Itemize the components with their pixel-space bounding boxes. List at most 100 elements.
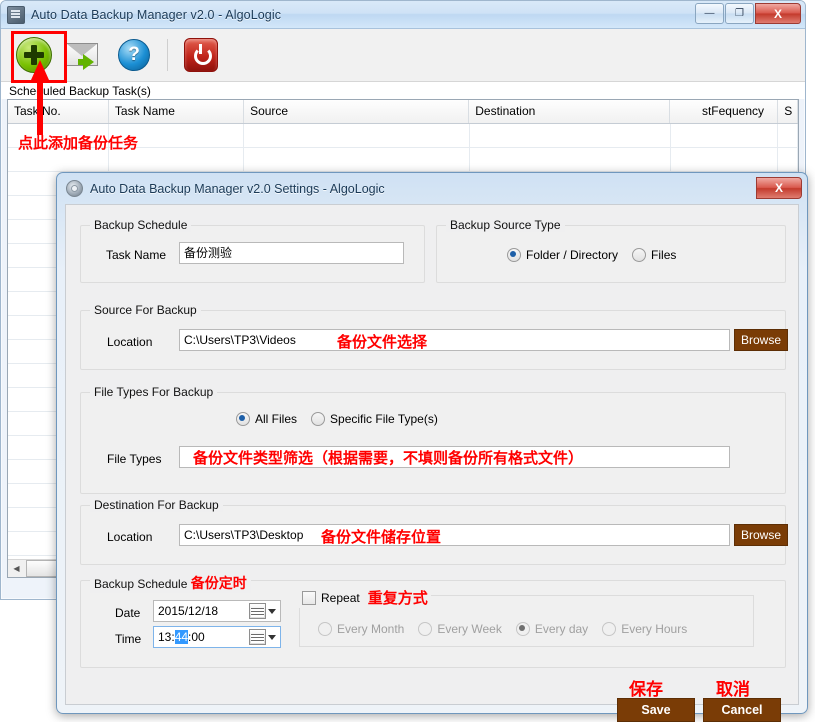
repeat-checkbox[interactable]	[302, 590, 316, 605]
time-value-pre: 13:	[158, 630, 175, 644]
radio-every-month[interactable]: Every Month	[318, 622, 404, 636]
grid-header-row: Task No. Task Name Source Destination st…	[8, 100, 798, 124]
maximize-button[interactable]: ❐	[725, 3, 754, 24]
gear-icon	[66, 180, 83, 197]
main-titlebar: Auto Data Backup Manager v2.0 - AlgoLogi…	[1, 1, 805, 29]
cancel-button[interactable]: Cancel	[703, 698, 781, 722]
date-label: Date	[115, 606, 141, 620]
window-controls: — ❐ X	[694, 3, 801, 24]
annotation-cancel: 取消	[716, 680, 750, 700]
radio-folder-directory-label: Folder / Directory	[526, 248, 619, 262]
radio-specific-file-types-label: Specific File Type(s)	[330, 412, 438, 426]
grid-col-task-no[interactable]: Task No.	[8, 100, 109, 123]
group-title-backup-source-type: Backup Source Type	[446, 218, 565, 232]
group-backup-schedule-top: Backup Schedule Task Name 备份测验	[80, 218, 425, 283]
group-title-source-for-backup: Source For Backup	[90, 303, 201, 317]
annotation-destination: 备份文件储存位置	[321, 528, 442, 546]
radio-files-icon	[632, 248, 647, 262]
annotation-add-task: 点此添加备份任务	[18, 134, 139, 152]
radio-every-week-label: Every Week	[437, 622, 502, 636]
radio-every-day-label: Every day	[534, 622, 589, 636]
group-backup-source-type: Backup Source Type Folder / Directory Fi…	[436, 218, 786, 283]
radio-folder-directory[interactable]: Folder / Directory	[507, 248, 618, 262]
group-title-backup-schedule-bottom-text: Backup Schedule	[94, 577, 188, 591]
radio-every-hours-icon	[602, 622, 617, 636]
grid-col-frequency[interactable]: stFequency	[670, 100, 779, 123]
save-button[interactable]: Save	[617, 698, 695, 722]
scroll-left-icon[interactable]: ◀	[8, 560, 25, 577]
clock-icon	[249, 629, 266, 645]
calendar-icon	[249, 603, 266, 619]
radio-files[interactable]: Files	[632, 248, 676, 262]
source-location-label: Location	[107, 335, 153, 349]
add-task-arrow-annotation	[31, 60, 49, 135]
time-picker[interactable]: 13:44:00	[153, 626, 281, 648]
time-value: 13:44:00	[154, 630, 249, 644]
date-picker[interactable]: 2015/12/18	[153, 600, 281, 622]
radio-all-files-icon	[236, 412, 250, 426]
time-label: Time	[115, 632, 142, 646]
power-icon	[184, 38, 218, 72]
source-browse-button[interactable]: Browse	[734, 329, 788, 351]
window-title: Auto Data Backup Manager v2.0 - AlgoLogi…	[31, 7, 282, 22]
chevron-down-icon-time[interactable]	[268, 634, 276, 640]
grid-col-status[interactable]: S	[778, 100, 798, 123]
radio-every-week[interactable]: Every Week	[418, 622, 502, 636]
grid-col-task-name[interactable]: Task Name	[109, 100, 245, 123]
group-backup-schedule-bottom: Backup Schedule 备份定时 Date 2015/12/18 Tim…	[80, 573, 786, 668]
annotation-file-types: 备份文件类型筛选（根据需要，不填则备份所有格式文件）	[193, 449, 584, 467]
radio-every-month-label: Every Month	[337, 622, 405, 636]
time-value-post: :00	[188, 630, 205, 644]
annotation-repeat-mode: 重复方式	[367, 589, 428, 607]
repeat-checkbox-wrap[interactable]: Repeat 重复方式	[299, 587, 431, 608]
grid-col-destination[interactable]: Destination	[469, 100, 670, 123]
radio-all-files-label: All Files	[255, 412, 298, 426]
annotation-save: 保存	[629, 680, 663, 700]
date-value: 2015/12/18	[158, 604, 219, 618]
group-destination-for-backup: Destination For Backup Location C:\Users…	[80, 498, 788, 565]
task-name-label: Task Name	[106, 248, 167, 262]
chevron-down-icon[interactable]	[268, 608, 276, 614]
destination-location-input[interactable]: C:\Users\TP3\Desktop	[179, 524, 730, 546]
exit-button[interactable]	[176, 32, 226, 78]
group-title-destination: Destination For Backup	[90, 498, 223, 512]
radio-every-day-icon	[515, 622, 530, 636]
close-button[interactable]: X	[755, 3, 801, 24]
radio-all-files[interactable]: All Files	[236, 412, 297, 426]
annotation-source-select: 备份文件选择	[337, 333, 428, 351]
dialog-body: Backup Schedule Task Name 备份测验 Backup So…	[65, 204, 799, 722]
group-source-for-backup: Source For Backup Location C:\Users\TP3\…	[80, 303, 788, 370]
group-title-file-types: File Types For Backup	[90, 385, 218, 399]
radio-specific-file-types[interactable]: Specific File Type(s)	[311, 412, 438, 426]
radio-every-day[interactable]: Every day	[515, 622, 589, 636]
radio-every-month-icon	[318, 622, 332, 636]
radio-files-label: Files	[651, 248, 677, 262]
destination-location-label: Location	[107, 530, 153, 544]
grid-col-source[interactable]: Source	[244, 100, 470, 123]
mail-forward-icon	[66, 40, 102, 70]
dialog-close-button[interactable]: X	[756, 177, 802, 199]
repeat-panel: Repeat 重复方式 Every Month Every Week Every…	[299, 587, 754, 647]
grid-section-label: Scheduled Backup Task(s)	[1, 82, 805, 99]
toolbar-separator	[167, 39, 168, 71]
radio-folder-directory-icon	[507, 248, 521, 262]
help-button[interactable]: ?	[109, 32, 159, 78]
destination-browse-button[interactable]: Browse	[734, 524, 788, 546]
settings-dialog: Auto Data Backup Manager v2.0 Settings -…	[56, 172, 808, 722]
minimize-button[interactable]: —	[695, 3, 724, 24]
repeat-label: Repeat	[321, 590, 360, 605]
group-file-types-for-backup: File Types For Backup All Files Specific…	[80, 385, 786, 494]
radio-specific-file-types-icon	[311, 412, 326, 426]
radio-every-hours[interactable]: Every Hours	[602, 622, 687, 636]
file-types-label: File Types	[107, 452, 162, 466]
dialog-titlebar: Auto Data Backup Manager v2.0 Settings -…	[60, 176, 804, 201]
main-toolbar: ?	[1, 29, 805, 83]
task-name-input[interactable]: 备份测验	[179, 242, 404, 264]
time-value-selected: 44	[174, 630, 189, 644]
help-question-icon: ?	[118, 39, 150, 71]
dialog-title: Auto Data Backup Manager v2.0 Settings -…	[90, 181, 385, 196]
group-title-backup-schedule: Backup Schedule	[90, 218, 192, 232]
app-icon	[7, 5, 25, 24]
source-location-input[interactable]: C:\Users\TP3\Videos	[179, 329, 730, 351]
radio-every-week-icon	[418, 622, 433, 636]
